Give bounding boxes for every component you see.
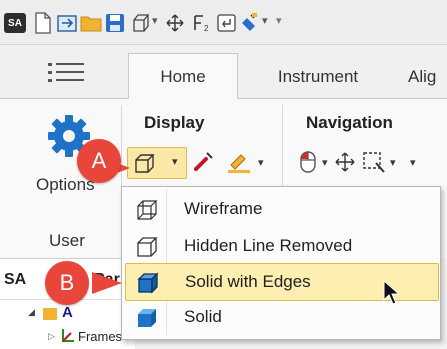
- new-file-icon[interactable]: [32, 12, 54, 34]
- enter-icon[interactable]: [216, 12, 238, 34]
- hamburger-menu-icon[interactable]: [48, 61, 84, 88]
- paint-dropdown-icon[interactable]: ▾: [262, 14, 268, 27]
- tree-expand-icon[interactable]: ◢: [28, 307, 35, 318]
- save-icon[interactable]: [104, 12, 126, 34]
- ribbon-tab-row: Home Instrument Alig: [0, 45, 447, 100]
- display-mode-menu: Wireframe Hidden Line Removed Solid with…: [121, 186, 441, 340]
- menu-item-hidden-line-removed[interactable]: Hidden Line Removed: [125, 228, 437, 264]
- display-mode-split-button[interactable]: ▾: [127, 147, 187, 179]
- callout-a: A: [77, 139, 121, 183]
- tree-node-a[interactable]: A: [62, 304, 73, 321]
- app-logo[interactable]: SA: [4, 12, 26, 34]
- zoom-dropdown-icon[interactable]: ▾: [390, 156, 396, 169]
- open-folder-icon[interactable]: [80, 12, 102, 34]
- paint-bucket-icon[interactable]: [240, 12, 262, 34]
- tree-node-frames[interactable]: Frames: [78, 329, 122, 344]
- tree-collapse-icon[interactable]: ▷: [48, 331, 55, 342]
- pan-icon[interactable]: [334, 151, 356, 178]
- tab-home[interactable]: Home: [128, 53, 238, 100]
- display-mode-dropdown-icon[interactable]: ▾: [172, 155, 178, 168]
- view-cube-icon[interactable]: [130, 12, 152, 34]
- measure-pen-icon[interactable]: [192, 149, 218, 178]
- highlight-dropdown-icon[interactable]: ▾: [258, 156, 264, 169]
- callout-b: B: [45, 261, 89, 305]
- hidden-line-removed-icon: [137, 237, 158, 257]
- user-group-label: User: [49, 231, 85, 250]
- import-icon[interactable]: [56, 12, 78, 34]
- wireframe-icon: [137, 200, 158, 220]
- mouse-dropdown-icon[interactable]: ▾: [322, 156, 328, 169]
- frame-icon[interactable]: 2: [190, 12, 212, 34]
- menu-item-label: Hidden Line Removed: [184, 236, 353, 255]
- zoom-window-icon[interactable]: [362, 151, 388, 180]
- menu-item-label: Wireframe: [184, 199, 263, 218]
- frames-icon: [60, 327, 76, 348]
- solid-icon: [138, 309, 156, 327]
- callout-b-pointer: [92, 268, 126, 303]
- menu-item-label: Solid with Edges: [185, 272, 311, 291]
- highlight-pen-icon[interactable]: [226, 149, 254, 180]
- mouse-navigation-icon[interactable]: [298, 149, 318, 180]
- tab-align[interactable]: Alig: [408, 55, 447, 98]
- tree-node-icon: [42, 305, 58, 326]
- quick-access-toolbar: SA ▾ 2 ▾ ▾: [0, 0, 447, 45]
- tree-header: SA: [4, 271, 27, 288]
- move-icon[interactable]: [164, 12, 186, 34]
- solid-with-edges-icon: [137, 272, 159, 294]
- customize-toolbar-icon[interactable]: ▾: [276, 14, 282, 27]
- display-group-label: Display: [144, 113, 205, 132]
- group-divider: [282, 105, 283, 195]
- menu-item-wireframe[interactable]: Wireframe: [125, 191, 437, 227]
- svg-text:2: 2: [204, 24, 209, 33]
- view-dropdown-icon[interactable]: ▾: [152, 14, 158, 27]
- navigation-group-label: Navigation: [306, 113, 393, 132]
- new-file-icon: [35, 12, 51, 34]
- display-mode-icon: [135, 154, 155, 173]
- menu-item-label: Solid: [184, 307, 222, 326]
- mouse-cursor-icon: [383, 279, 401, 311]
- tab-instrument[interactable]: Instrument: [258, 55, 378, 98]
- more-dropdown-icon[interactable]: ▾: [410, 156, 416, 169]
